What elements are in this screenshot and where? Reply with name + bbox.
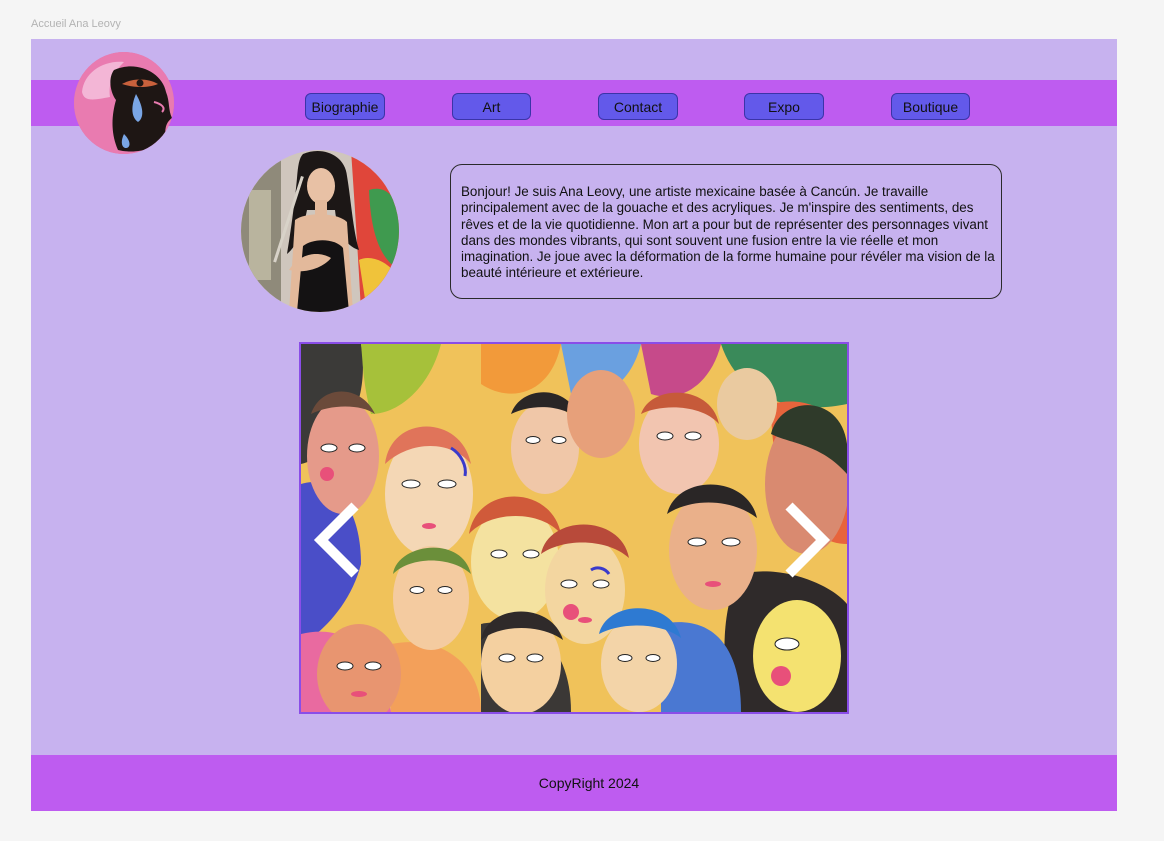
nav-expo-button[interactable]: Expo [744,93,824,120]
footer: CopyRight 2024 [31,755,1117,811]
frame-label: Accueil Ana Leovy [31,18,121,30]
artwork-carousel [299,342,849,714]
chevron-right-icon [785,502,831,578]
nav-contact-button[interactable]: Contact [598,93,678,120]
nav-biographie-button[interactable]: Biographie [305,93,385,120]
carousel-prev-button[interactable] [311,502,361,578]
artwork-image [301,344,847,712]
carousel-next-button[interactable] [783,502,833,578]
logo-face-icon [74,52,174,154]
page-frame: Biographie Art Contact Expo Boutique Bon… [31,39,1117,811]
artist-portrait [241,150,399,312]
bio-text: Bonjour! Je suis Ana Leovy, une artiste … [450,164,1002,299]
nav-art-button[interactable]: Art [452,93,531,120]
logo[interactable] [74,52,174,154]
nav-boutique-button[interactable]: Boutique [891,93,970,120]
chevron-left-icon [313,502,359,578]
copyright-text: CopyRight 2024 [538,775,640,791]
